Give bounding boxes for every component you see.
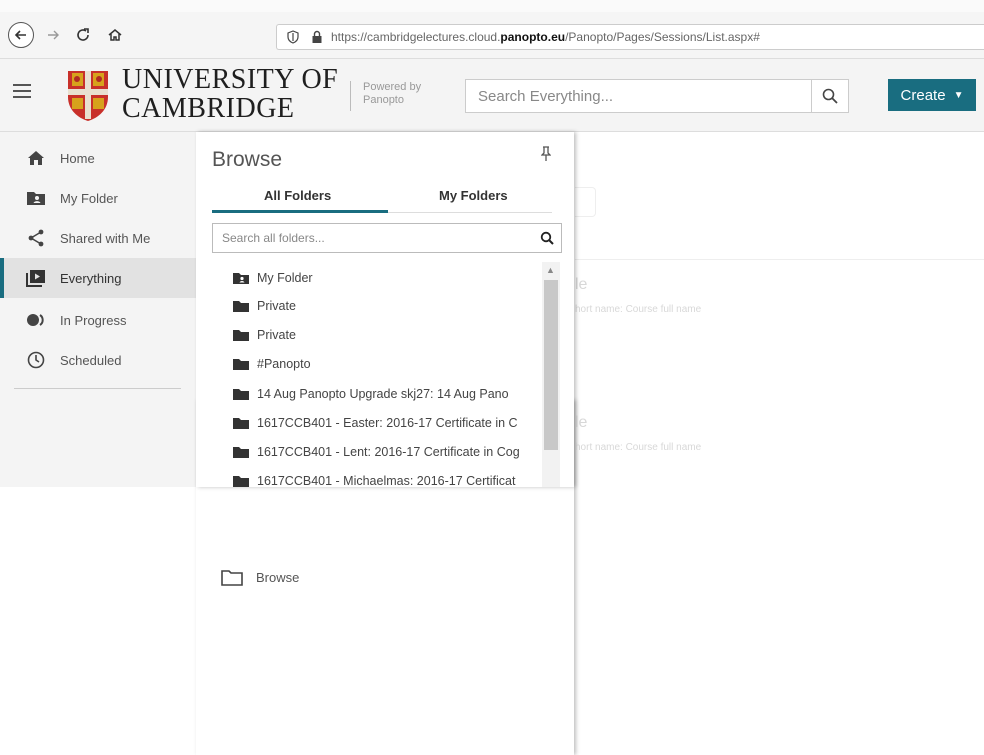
hamburger-menu-icon[interactable] [13, 84, 31, 98]
sidebar-item-label: Home [60, 150, 95, 166]
browser-toolbar: https://cambridgelectures.cloud.panopto.… [0, 0, 984, 59]
university-wordmark[interactable]: UNIVERSITY OF CAMBRIDGE [122, 65, 338, 123]
folder-label: 1617CCB401 - Michaelmas: 2016-17 Certifi… [257, 474, 516, 487]
main-divider [575, 259, 984, 260]
reload-button[interactable] [70, 22, 96, 48]
folder-item[interactable]: Private [232, 296, 296, 316]
address-bar[interactable]: https://cambridgelectures.cloud.panopto.… [276, 24, 984, 50]
sidebar-item-label: My Folder [60, 190, 118, 206]
folder-label: 14 Aug Panopto Upgrade skj27: 14 Aug Pan… [257, 387, 509, 401]
sidebar-item-my-folder[interactable]: My Folder [0, 178, 196, 218]
tab-my-folders[interactable]: My Folders [439, 188, 508, 203]
search-icon[interactable] [533, 231, 561, 245]
in-progress-icon [25, 310, 47, 330]
user-folder-icon [25, 188, 47, 208]
browse-title: Browse [212, 148, 283, 171]
sidebar-item-everything[interactable]: Everything [0, 258, 196, 298]
sidebar-item-home[interactable]: Home [0, 138, 196, 178]
folder-icon [233, 329, 249, 341]
folder-item[interactable]: 1617CCB401 - Michaelmas: 2016-17 Certifi… [232, 471, 515, 487]
home-button[interactable] [102, 22, 128, 48]
sidebar-item-in-progress[interactable]: In Progress [0, 300, 196, 340]
powered-by-label: Powered by Panopto [350, 81, 421, 111]
sidebar-nav: Home My Folder Shared with Me Everything… [0, 132, 574, 755]
search-placeholder: Search Everything... [478, 87, 614, 105]
video-library-icon [25, 268, 47, 288]
folder-search-input[interactable]: Search all folders... [212, 223, 562, 253]
app-header: UNIVERSITY OF CAMBRIDGE Powered by Panop… [0, 59, 984, 132]
folder-label: My Folder [257, 271, 313, 285]
pin-icon[interactable] [540, 146, 552, 162]
browse-tabs: All Folders My Folders [212, 186, 552, 213]
folder-outline-icon [221, 568, 243, 588]
sidebar-item-label: In Progress [60, 312, 127, 328]
folder-label: 1617CCB401 - Easter: 2016-17 Certificate… [257, 416, 518, 430]
folder-label: 1617CCB401 - Lent: 2016-17 Certificate i… [257, 445, 520, 459]
folder-list-scrollbar[interactable]: ▲ [542, 262, 560, 487]
browse-panel: Browse All Folders My Folders Search all… [196, 132, 574, 487]
share-icon [25, 228, 47, 248]
user-folder-icon [233, 272, 249, 284]
url-text: https://cambridgelectures.cloud.panopto.… [331, 30, 760, 44]
sidebar-item-shared[interactable]: Shared with Me [0, 218, 196, 258]
home-icon [25, 148, 47, 168]
folder-item[interactable]: #Panopto [232, 354, 311, 374]
arrow-left-icon [14, 30, 26, 40]
folder-search-placeholder: Search all folders... [222, 231, 325, 245]
reload-icon [77, 28, 89, 41]
search-input[interactable]: Search Everything... [465, 79, 849, 113]
session-subtitle-faint: hort name: Course full name [575, 304, 702, 315]
folder-icon [233, 475, 249, 487]
scroll-up-icon[interactable]: ▲ [546, 265, 555, 275]
folder-item[interactable]: 14 Aug Panopto Upgrade skj27: 14 Aug Pan… [232, 384, 509, 404]
shield-icon [287, 30, 299, 44]
search-icon [822, 88, 838, 104]
folder-item[interactable]: 1617CCB401 - Lent: 2016-17 Certificate i… [232, 442, 520, 462]
session-title-faint[interactable]: le [575, 414, 587, 432]
arrow-right-icon [48, 30, 59, 40]
sidebar-item-label: Everything [60, 270, 122, 286]
house-icon [108, 29, 122, 41]
session-subtitle-faint: hort name: Course full name [575, 442, 702, 453]
clock-icon [25, 350, 47, 370]
folder-label: Private [257, 328, 296, 342]
folder-icon [233, 300, 249, 312]
sidebar-item-scheduled[interactable]: Scheduled [0, 340, 196, 380]
create-button[interactable]: Create ▼ [888, 79, 976, 111]
create-label: Create [900, 86, 946, 104]
active-tab-indicator [212, 210, 388, 213]
folder-label: #Panopto [257, 357, 311, 371]
folder-icon [233, 417, 249, 429]
caret-down-icon: ▼ [953, 89, 964, 101]
main-faint-box [575, 187, 596, 217]
window-strip [0, 0, 984, 12]
folder-list: My Folder Private Private #Panopto 14 Au… [232, 264, 538, 487]
forward-button[interactable] [40, 22, 66, 48]
folder-item[interactable]: My Folder [232, 268, 313, 288]
folder-icon [233, 358, 249, 370]
folder-item[interactable]: Private [232, 325, 296, 345]
tab-all-folders[interactable]: All Folders [264, 188, 331, 203]
folder-icon [233, 446, 249, 458]
session-title-faint[interactable]: le [575, 276, 587, 294]
cambridge-crest-logo[interactable] [66, 69, 110, 123]
lock-icon [311, 30, 323, 44]
folder-icon [233, 388, 249, 400]
back-button[interactable] [8, 22, 34, 48]
folder-item[interactable]: 1617CCB401 - Easter: 2016-17 Certificate… [232, 413, 518, 433]
scrollbar-thumb[interactable] [544, 280, 558, 450]
sidebar-divider [14, 388, 181, 389]
sidebar-item-label: Scheduled [60, 352, 122, 368]
search-button[interactable] [811, 80, 848, 112]
folder-label: Private [257, 299, 296, 313]
sidebar-item-label: Shared with Me [60, 230, 151, 246]
sidebar-item-label: Browse [256, 570, 300, 585]
